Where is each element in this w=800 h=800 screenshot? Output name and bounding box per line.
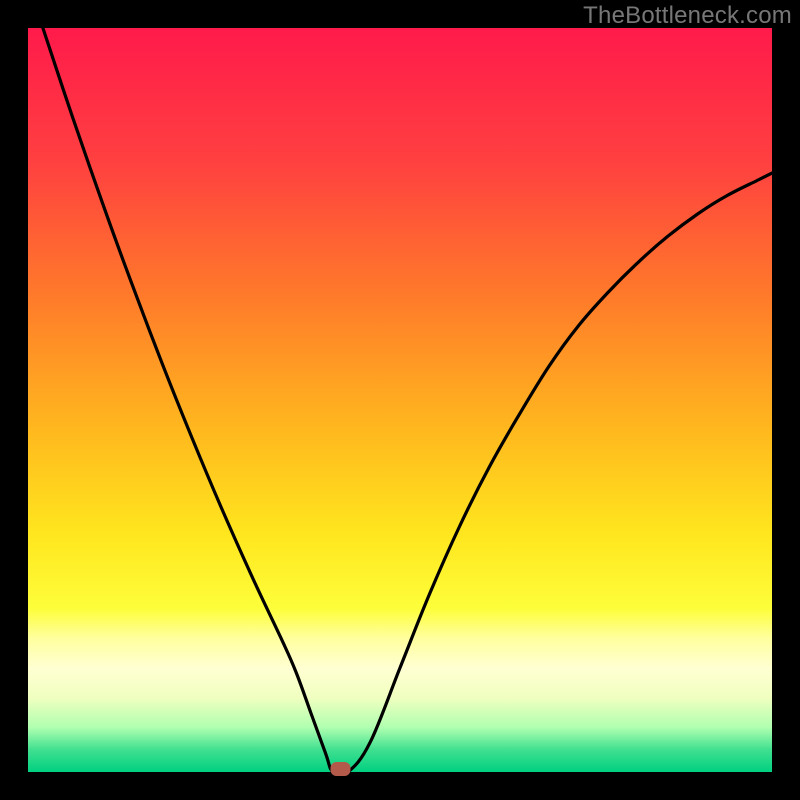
watermark-text: TheBottleneck.com bbox=[583, 2, 792, 30]
bottleneck-curve-line bbox=[43, 28, 772, 775]
optimal-point-marker bbox=[331, 762, 351, 776]
chart-svg bbox=[28, 28, 772, 772]
chart-plot-area bbox=[28, 28, 772, 772]
